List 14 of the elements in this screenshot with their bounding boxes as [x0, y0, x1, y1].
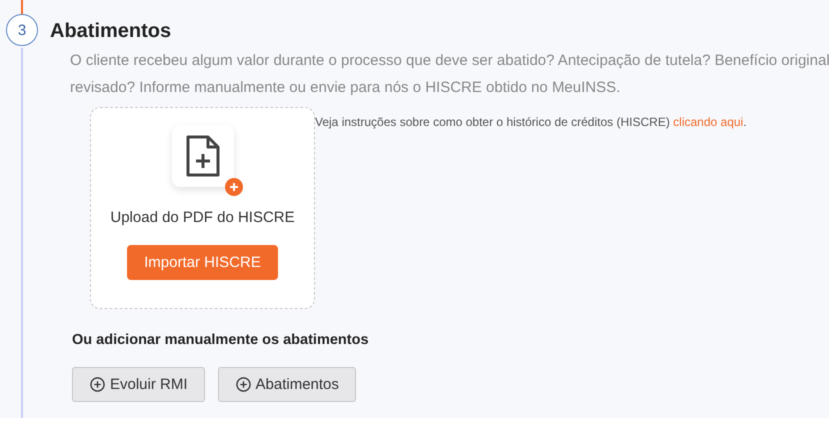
plus-circle-icon: [236, 377, 251, 392]
timeline-line: [21, 0, 23, 14]
plus-circle-icon: [90, 377, 105, 392]
section-title: Abatimentos: [50, 20, 172, 43]
add-button[interactable]: Evoluir RMI: [72, 367, 205, 402]
plus-badge-icon: [224, 178, 242, 196]
instructions-text: Veja instruções sobre como obter o histórico de créditos (HISCRE) clicando aqui.: [315, 115, 747, 129]
upload-area[interactable]: Upload do PDF do HISCRE Importar HISCRE: [90, 107, 315, 309]
section-description: O cliente recebeu algum valor durante o processo que deve ser abatido? Antecipação de tutela? Benefício original revisado? Informe manualmente ou envie para nós o HISCRE obtido no MeuINSS.: [70, 51, 829, 98]
add-button[interactable]: Abatimentos: [218, 367, 356, 402]
file-plus-icon: [184, 134, 220, 178]
step-number: 3: [6, 14, 38, 46]
manual-label: Ou adicionar manualmente os abatimentos: [72, 332, 370, 348]
upload-label: Upload do PDF do HISCRE: [110, 209, 295, 226]
